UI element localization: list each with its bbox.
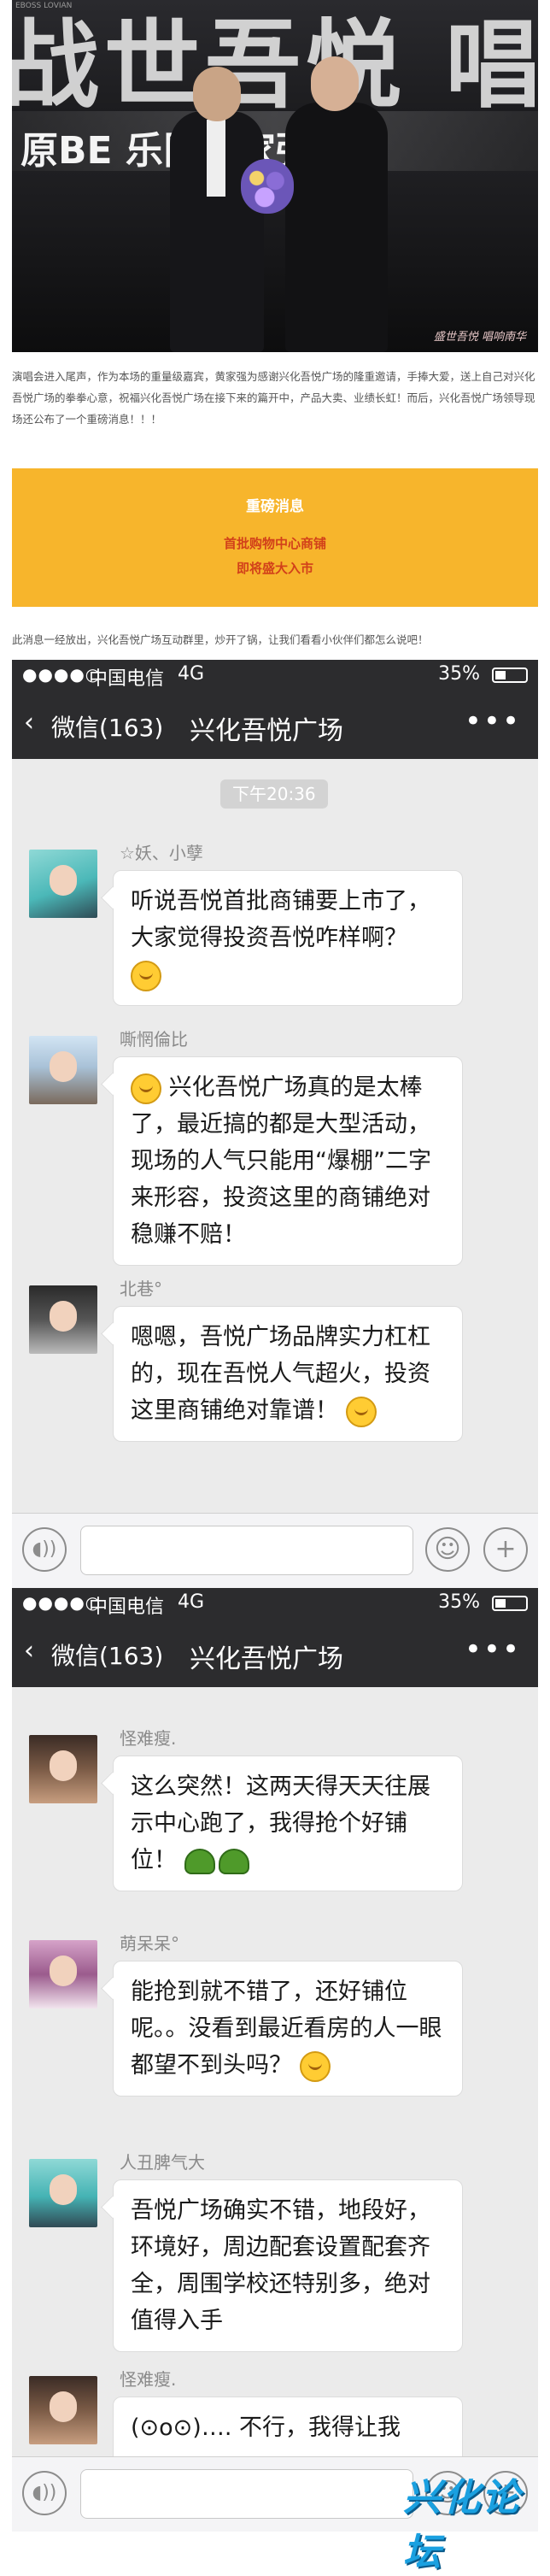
brand-logo-text: EBOSS LOVIAN <box>15 2 73 10</box>
sender-name: 人丑脾气大 <box>120 2152 205 2173</box>
person-left-head <box>193 67 241 121</box>
sender-name: 怪难瘦. <box>120 2369 177 2390</box>
battery-percent: 35% <box>438 663 480 685</box>
message-bubble[interactable]: 吾悦广场确实不错，地段好，环境好，周边配套设置配套齐全，周围学校还特别多，绝对值… <box>113 2179 463 2352</box>
back-chevron-icon[interactable]: ‹ <box>24 1636 34 1666</box>
heart-eyes-emoji-icon <box>345 1396 377 1427</box>
back-button[interactable]: 微信(163) <box>51 1638 163 1672</box>
chat-input-bar: ◖)) ☺ + <box>12 1513 538 1588</box>
message-timestamp: 下午20:36 <box>220 779 328 809</box>
grin-emoji-icon <box>131 1073 161 1104</box>
message-text: 吾悦广场确实不错，地段好，环境好，周边配套设置配套齐全，周围学校还特别多，绝对值… <box>131 2197 430 2334</box>
avatar[interactable] <box>29 1285 97 1354</box>
message-bubble[interactable]: 这么突然！这两天得天天往展示中心跑了，我得抢个好铺位！ <box>113 1756 463 1891</box>
avatar[interactable] <box>29 1940 97 2008</box>
battery-icon <box>492 668 528 683</box>
chat-nav-bar: ‹ 微信(163) 兴化吾悦广场 ••• <box>12 689 538 759</box>
avatar[interactable] <box>29 2376 97 2444</box>
sender-name: 北巷° <box>120 1279 162 1299</box>
notice-title: 重磅消息 <box>246 498 304 515</box>
event-photo: 战世吾悦 唱 原BE 乐队黄家强 EBOSS LOVIAN 盛世吾悦 唱响南华 <box>12 0 538 352</box>
message-input[interactable] <box>80 2469 413 2519</box>
sender-name: 嘶惘倫比 <box>120 1029 188 1050</box>
turtle-icon <box>218 1848 249 1874</box>
emoji-button-icon[interactable]: ☺ <box>425 1527 470 1572</box>
battery-percent: 35% <box>438 1591 480 1613</box>
status-bar: ●●●●○ 中国电信 4G 35% <box>12 1588 538 1618</box>
flower-bouquet <box>241 159 294 214</box>
voice-icon[interactable]: ◖)) <box>22 2471 67 2515</box>
back-button[interactable]: 微信(163) <box>51 709 163 744</box>
message-text: 嗯嗯，吾悦广场品牌实力杠杠的，现在吾悦人气超火，投资这里商铺绝对靠谱！ <box>131 1324 430 1424</box>
message-text: 能抢到就不错了，还好铺位呢。。没看到最近看房的人一眼都望不到头吗？ <box>131 1979 442 2079</box>
more-icon[interactable]: ••• <box>465 704 521 738</box>
shirt-detail <box>207 120 225 197</box>
message-text: 听说吾悦首批商铺要上市了，大家觉得投资吾悦咋样啊？ <box>131 888 430 951</box>
message-text: 兴化吾悦广场真的是太棒了，最近搞的都是大型活动，现场的人气只能用“爆棚”二字来形… <box>131 1074 431 1248</box>
article-paragraph-1: 演唱会进入尾声，作为本场的重量级嘉宾，黄家强为感谢兴化吾悦广场的隆重邀请，手捧大… <box>12 370 535 426</box>
message-bubble[interactable]: 听说吾悦首批商铺要上市了，大家觉得投资吾悦咋样啊？ <box>113 870 463 1006</box>
carrier-label: 中国电信 <box>89 1597 165 1618</box>
message-text: (⊙o⊙)…. 不行，我得让我 <box>131 2414 401 2441</box>
avatar[interactable] <box>29 1036 97 1104</box>
turtle-icon <box>184 1848 215 1874</box>
sender-name: ☆妖、小孽 <box>120 843 203 863</box>
person-right-head <box>311 56 359 111</box>
chat-screenshot-2: ●●●●○ 中国电信 4G 35% ‹ 微信(163) 兴化吾悦广场 ••• 怪… <box>12 1588 538 2532</box>
network-label: 4G <box>178 1591 205 1613</box>
message-input[interactable] <box>80 1526 413 1575</box>
notice-box: 重磅消息 首批购物中心商铺 即将盛大入市 <box>12 468 538 607</box>
photo-caption: 盛世吾悦 唱响南华 <box>433 331 526 344</box>
voice-icon[interactable]: ◖)) <box>22 1527 67 1572</box>
chat-title: 兴化吾悦广场 <box>190 716 343 746</box>
message-bubble[interactable]: 能抢到就不错了，还好铺位呢。。没看到最近看房的人一眼都望不到头吗？ <box>113 1961 463 2097</box>
message-bubble[interactable]: 嗯嗯，吾悦广场品牌实力杠杠的，现在吾悦人气超火，投资这里商铺绝对靠谱！ <box>113 1306 463 1442</box>
forum-watermark: 兴化论坛 <box>403 2476 521 2574</box>
sad-emoji-icon <box>299 2050 331 2082</box>
back-chevron-icon[interactable]: ‹ <box>24 708 34 738</box>
battery-icon <box>492 1596 528 1611</box>
person-right <box>285 103 388 352</box>
message-bubble[interactable]: 兴化吾悦广场真的是太棒了，最近搞的都是大型活动，现场的人气只能用“爆棚”二字来形… <box>113 1056 463 1266</box>
article-paragraph-2: 此消息一经放出，兴化吾悦广场互动群里，炒开了锅，让我们看看小伙伴们都怎么说吧！ <box>12 633 429 646</box>
sender-name: 萌呆呆° <box>120 1933 179 1954</box>
message-bubble[interactable]: (⊙o⊙)…. 不行，我得让我 <box>113 2397 463 2465</box>
plus-icon[interactable]: + <box>483 1527 528 1572</box>
network-label: 4G <box>178 663 205 685</box>
notice-line-1: 首批购物中心商铺 <box>223 536 326 551</box>
chat-screenshot-1: ●●●●○ 中国电信 4G 35% ‹ 微信(163) 兴化吾悦广场 ••• 下… <box>12 660 538 1588</box>
backdrop-title: 战世吾悦 唱 <box>12 9 538 121</box>
chat-title: 兴化吾悦广场 <box>190 1644 343 1674</box>
status-bar: ●●●●○ 中国电信 4G 35% <box>12 660 538 690</box>
avatar[interactable] <box>29 1735 97 1803</box>
message-text: 这么突然！这两天得天天往展示中心跑了，我得抢个好铺位！ <box>131 1773 430 1873</box>
avatar[interactable] <box>29 2159 97 2227</box>
more-icon[interactable]: ••• <box>465 1632 521 1667</box>
notice-line-2: 即将盛大入市 <box>236 561 313 576</box>
chat-nav-bar: ‹ 微信(163) 兴化吾悦广场 ••• <box>12 1617 538 1687</box>
sender-name: 怪难瘦. <box>120 1728 177 1749</box>
emoji-icon <box>131 960 161 991</box>
carrier-label: 中国电信 <box>89 668 165 690</box>
avatar[interactable] <box>29 850 97 918</box>
